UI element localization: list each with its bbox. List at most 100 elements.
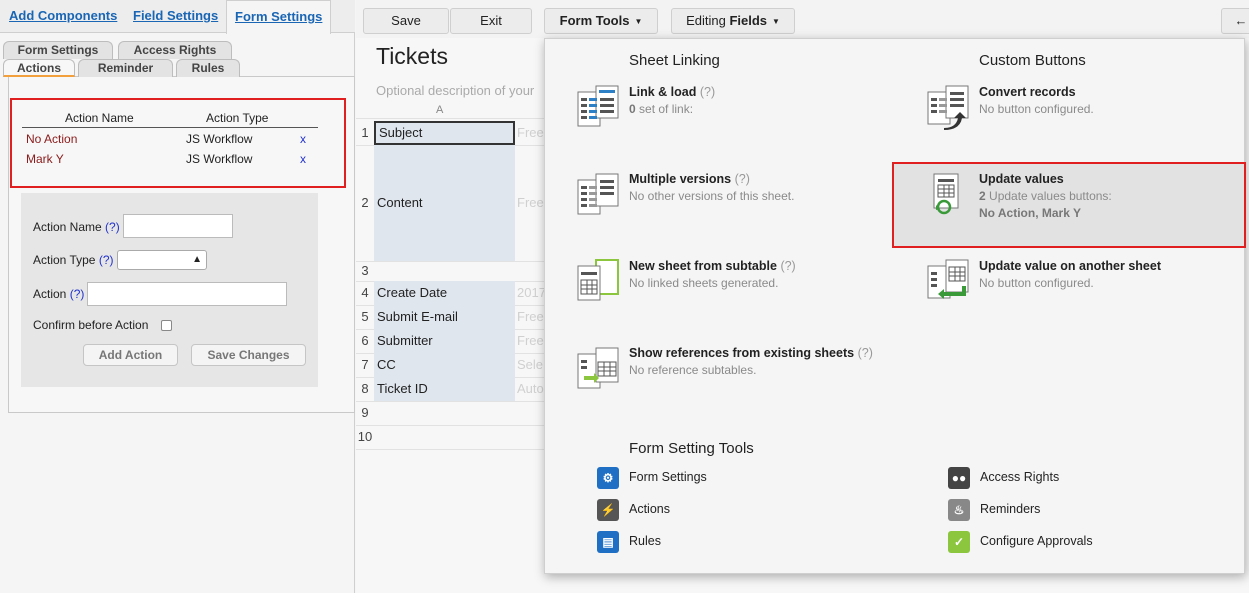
convert-records-icon: [927, 85, 969, 130]
add-action-button[interactable]: Add Action: [83, 344, 178, 366]
field-placeholder: Free: [517, 195, 544, 210]
multiple-versions-icon: [577, 173, 619, 215]
help-link[interactable]: (?): [105, 220, 120, 234]
row-number: 3: [361, 263, 369, 278]
new-sheet-subtable-icon: [577, 259, 619, 301]
editing-label: Editing: [686, 13, 726, 28]
row-number: 4: [361, 285, 369, 300]
show-references-item[interactable]: Show references from existing sheets (?): [629, 346, 873, 360]
editing-fields-button[interactable]: Editing Fields ▼: [671, 8, 795, 34]
field-cell[interactable]: Content: [374, 145, 515, 261]
update-values-names: No Action, Mark Y: [979, 206, 1082, 220]
book-icon: ▤: [597, 531, 619, 553]
tab-field-settings[interactable]: Field Settings: [125, 0, 226, 33]
update-another-sheet-item[interactable]: Update value on another sheet: [979, 259, 1161, 273]
field-placeholder: Free: [517, 125, 544, 140]
field-placeholder: Sele: [517, 357, 544, 372]
action-label: Action (?): [33, 287, 85, 301]
row-number: 5: [361, 309, 369, 324]
tool-actions[interactable]: Actions: [629, 502, 670, 516]
field-cell[interactable]: Create Date: [374, 281, 515, 305]
subtab-reminder[interactable]: Reminder: [78, 59, 173, 77]
row-number: 8: [361, 381, 369, 396]
tool-reminders[interactable]: Reminders: [980, 502, 1040, 516]
caret-down-icon: ▼: [772, 17, 780, 26]
update-values-icon: [933, 173, 959, 215]
action-name-input[interactable]: [123, 214, 233, 238]
action-form: Action Name (?) Action Type (?) ▲ Action…: [21, 193, 318, 387]
help-link[interactable]: (?): [99, 253, 114, 267]
caret-down-icon: ▼: [634, 17, 643, 26]
sheet-description[interactable]: Optional description of your: [376, 83, 534, 98]
field-cell[interactable]: Ticket ID: [374, 377, 515, 401]
custom-buttons-title: Custom Buttons: [979, 52, 1086, 69]
top-tab-bar: Add Components Field Settings Form Setti…: [0, 0, 355, 34]
exit-button[interactable]: Exit: [450, 8, 532, 34]
grid-line: [356, 118, 544, 119]
form-tools-label: Form Tools: [559, 13, 630, 28]
confirm-checkbox[interactable]: [161, 320, 172, 331]
column-header-action-name: Action Name: [65, 111, 134, 125]
action-name-label: Action Name (?): [33, 220, 120, 234]
users-icon: ●●: [948, 467, 970, 489]
row-number: 1: [361, 125, 369, 140]
delete-action-button[interactable]: x: [300, 132, 306, 146]
field-placeholder: Auto: [517, 381, 544, 396]
actions-table: Action Name Action Type No Action JS Wor…: [10, 98, 346, 188]
subtab-access-rights[interactable]: Access Rights: [118, 41, 232, 59]
back-arrow-button[interactable]: ←: [1221, 8, 1249, 34]
link-load-desc: 0 set of link:: [629, 102, 694, 116]
column-header-action-type: Action Type: [206, 111, 269, 125]
help-link[interactable]: (?): [70, 287, 85, 301]
tab-form-settings[interactable]: Form Settings: [226, 0, 332, 34]
field-cell[interactable]: Submitter: [374, 329, 515, 353]
action-type-label: Action Type (?): [33, 253, 114, 267]
toolbar: Save Exit Form Tools ▼ Editing Fields ▼ ←: [356, 0, 1249, 38]
update-values-item[interactable]: Update values: [979, 172, 1064, 186]
grid-line: [356, 425, 544, 426]
grid-line: [356, 401, 544, 402]
action-input[interactable]: [87, 282, 287, 306]
action-type-cell: JS Workflow: [186, 132, 253, 146]
tool-access-rights[interactable]: Access Rights: [980, 470, 1059, 484]
convert-records-desc: No button configured.: [979, 102, 1094, 116]
delete-action-button[interactable]: x: [300, 152, 306, 166]
new-sheet-subtable-desc: No linked sheets generated.: [629, 276, 779, 290]
tab-add-components[interactable]: Add Components: [1, 0, 125, 33]
left-panel: Add Components Field Settings Form Setti…: [0, 0, 355, 593]
show-references-icon: [577, 347, 619, 389]
action-type-cell: JS Workflow: [186, 152, 253, 166]
form-tools-button[interactable]: Form Tools ▼: [544, 8, 658, 34]
field-cell[interactable]: Submit E-mail: [374, 305, 515, 329]
link-load-item[interactable]: Link & load (?): [629, 85, 715, 99]
grid-line: [356, 449, 544, 450]
column-header: A: [436, 104, 444, 116]
tool-form-settings[interactable]: Form Settings: [629, 470, 707, 484]
row-number: 10: [357, 429, 373, 444]
field-cell[interactable]: Subject: [374, 121, 515, 145]
update-values-desc: 2 Update values buttons:: [979, 189, 1112, 203]
action-name-cell: Mark Y: [26, 152, 64, 166]
multiple-versions-item[interactable]: Multiple versions (?): [629, 172, 750, 186]
multiple-versions-desc: No other versions of this sheet.: [629, 189, 795, 203]
field-cell[interactable]: CC: [374, 353, 515, 377]
select-arrows-icon: ▲: [192, 254, 202, 265]
tool-rules[interactable]: Rules: [629, 534, 661, 548]
sheet-title[interactable]: Tickets: [376, 43, 448, 70]
subtab-actions[interactable]: Actions: [3, 59, 75, 77]
subtab-rules[interactable]: Rules: [176, 59, 240, 77]
new-sheet-subtable-item[interactable]: New sheet from subtable (?): [629, 259, 796, 273]
save-button[interactable]: Save: [363, 8, 449, 34]
tool-configure-approvals[interactable]: Configure Approvals: [980, 534, 1093, 548]
check-icon: ✓: [948, 531, 970, 553]
save-changes-button[interactable]: Save Changes: [191, 344, 306, 366]
bell-icon: ♨: [948, 499, 970, 521]
lightning-icon: ⚡: [597, 499, 619, 521]
subtab-form-settings[interactable]: Form Settings: [3, 41, 113, 59]
table-divider: [22, 127, 318, 128]
action-type-select[interactable]: ▲: [117, 250, 207, 270]
action-name-cell: No Action: [26, 132, 78, 146]
update-another-sheet-desc: No button configured.: [979, 276, 1094, 290]
field-placeholder: Free: [517, 333, 544, 348]
convert-records-item[interactable]: Convert records: [979, 85, 1076, 99]
